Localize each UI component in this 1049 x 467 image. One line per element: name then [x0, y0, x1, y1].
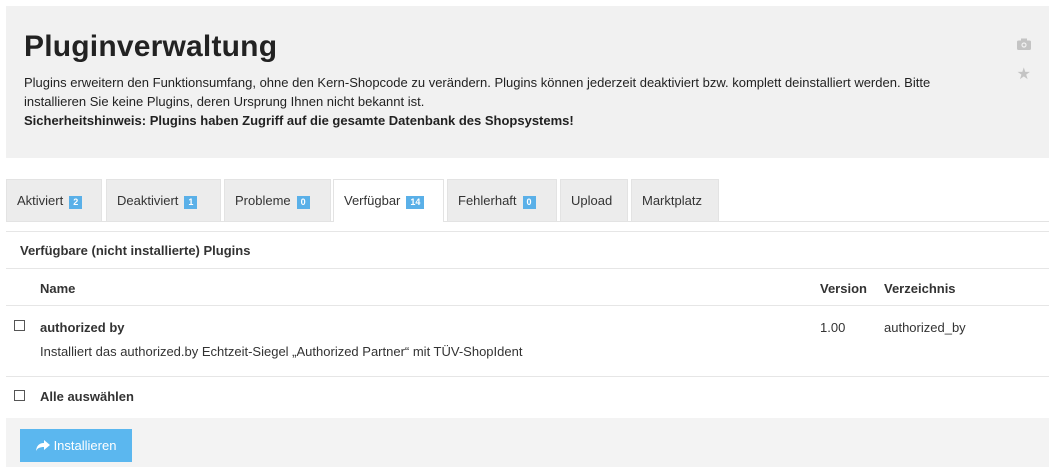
- panel-title: Verfügbare (nicht installierte) Plugins: [20, 243, 251, 258]
- plugin-name: authorized by: [40, 320, 125, 335]
- install-button[interactable]: Installieren: [20, 429, 132, 462]
- tab-label: Fehlerhaft: [458, 193, 517, 208]
- tab-deaktiviert[interactable]: Deaktiviert 1: [106, 179, 221, 221]
- tab-label: Deaktiviert: [117, 193, 179, 208]
- page-title: Pluginverwaltung: [24, 30, 278, 63]
- select-all-checkbox[interactable]: [14, 390, 25, 401]
- tab-marktplatz[interactable]: Marktplatz: [631, 179, 719, 221]
- count-badge: 0: [522, 196, 536, 210]
- plugin-version: 1.00: [820, 320, 846, 335]
- page-header: Pluginverwaltung Plugins erweitern den F…: [6, 6, 1049, 158]
- action-bar: Installieren: [6, 418, 1049, 467]
- install-button-label: Installieren: [53, 438, 117, 453]
- tab-upload[interactable]: Upload: [560, 179, 628, 221]
- tab-fehlerhaft[interactable]: Fehlerhaft 0: [447, 179, 557, 221]
- column-header-version[interactable]: Version: [820, 281, 867, 296]
- select-all-label[interactable]: Alle auswählen: [40, 389, 134, 404]
- plugin-description: Installiert das authorized.by Echtzeit-S…: [40, 344, 523, 359]
- divider: [6, 305, 1049, 306]
- camera-icon[interactable]: [1017, 38, 1031, 52]
- count-badge: 14: [406, 196, 425, 210]
- tab-label: Aktiviert: [17, 193, 64, 208]
- plugin-checkbox[interactable]: [14, 320, 25, 331]
- column-header-name[interactable]: Name: [40, 281, 75, 296]
- divider: [6, 376, 1049, 377]
- page-description: Plugins erweitern den Funktionsumfang, o…: [24, 73, 964, 130]
- security-note: Sicherheitshinweis: Plugins haben Zugrif…: [24, 113, 574, 128]
- tab-bar: Aktiviert 2 Deaktiviert 1 Probleme 0 Verfüg…: [6, 179, 1049, 222]
- count-badge: 2: [69, 196, 83, 210]
- tab-verfuegbar[interactable]: Verfügbar 14: [333, 179, 444, 222]
- tab-label: Upload: [571, 193, 613, 208]
- divider: [6, 268, 1049, 269]
- plugins-panel: Verfügbare (nicht installierte) Plugins …: [6, 231, 1049, 467]
- tab-label: Marktplatz: [642, 193, 702, 208]
- tab-aktiviert[interactable]: Aktiviert 2: [6, 179, 102, 221]
- description-text: Plugins erweitern den Funktionsumfang, o…: [24, 75, 931, 109]
- star-icon[interactable]: ★: [1017, 67, 1031, 83]
- tab-label: Verfügbar: [344, 193, 401, 208]
- count-badge: 1: [184, 196, 198, 210]
- plugin-directory: authorized_by: [884, 320, 966, 335]
- column-header-directory[interactable]: Verzeichnis: [884, 281, 956, 296]
- share-arrow-icon: [35, 439, 50, 452]
- tab-label: Probleme: [235, 193, 291, 208]
- count-badge: 0: [296, 196, 310, 210]
- tab-probleme[interactable]: Probleme 0: [224, 179, 331, 221]
